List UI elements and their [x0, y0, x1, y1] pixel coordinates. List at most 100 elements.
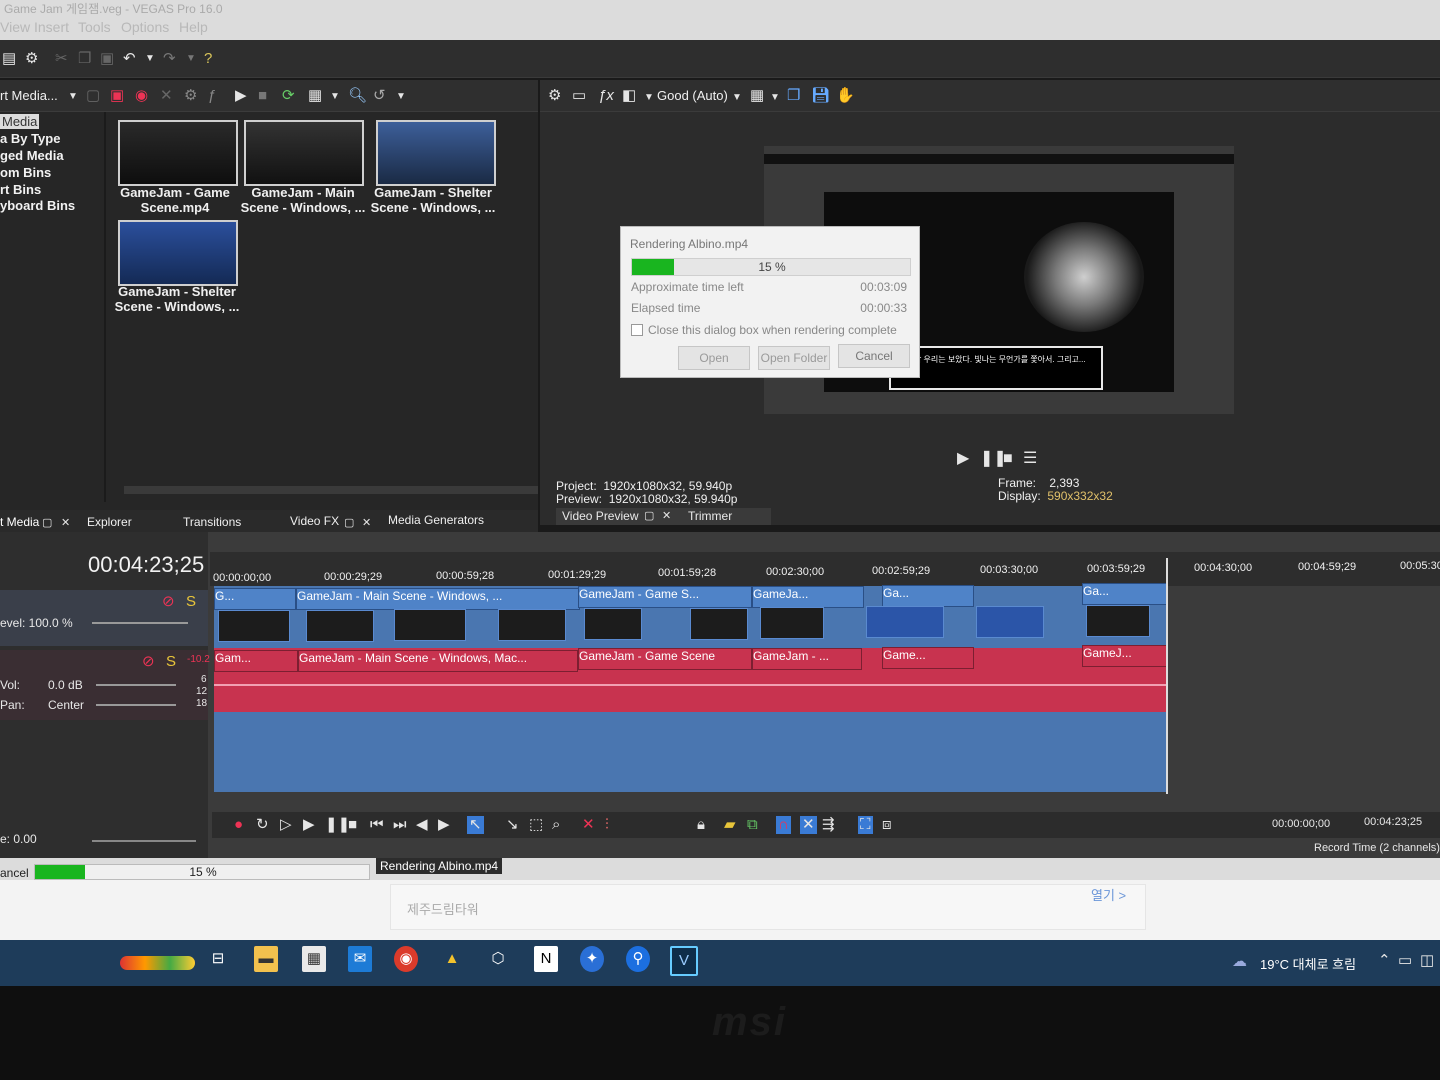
paste-icon[interactable]: ▣	[100, 50, 114, 68]
next-frame-icon[interactable]: ▶	[438, 816, 450, 834]
auto-preview-icon[interactable]: ⟳	[282, 87, 295, 105]
delete-icon[interactable]: ✕	[582, 816, 595, 834]
volume-icon[interactable]: ◫	[1420, 952, 1434, 970]
playhead-cursor[interactable]	[1166, 558, 1168, 794]
go-to-start-icon[interactable]: ⏮︎	[370, 816, 384, 834]
region-icon[interactable]: ⧉	[747, 816, 758, 834]
media-thumbnail[interactable]	[244, 120, 364, 186]
zoom-tool-icon[interactable]: ⌕	[552, 816, 560, 834]
redo-icon[interactable]: ↷	[163, 50, 176, 68]
timeline-ruler[interactable]: 00:00:00;00 00:00:29;29 00:00:59;28 00:0…	[210, 552, 1440, 586]
overlays-dropdown-icon[interactable]: ▼	[770, 89, 780, 107]
open-button[interactable]: Open	[678, 346, 750, 370]
cancel-button[interactable]: Cancel	[838, 344, 910, 368]
get-media-web-icon[interactable]: ◉	[135, 87, 148, 105]
preview-on-device-icon[interactable]: ▭	[572, 87, 586, 105]
save-snapshot-icon[interactable]: 💾︎	[811, 87, 830, 105]
ripple-edit-icon[interactable]: ⇶	[822, 816, 835, 834]
loop-icon[interactable]: ↻	[256, 816, 269, 834]
solo-icon[interactable]: S	[186, 593, 196, 611]
level-slider[interactable]	[92, 622, 188, 624]
audio-clip[interactable]: GameJam - Main Scene - Windows, Mac...	[298, 650, 578, 672]
tree-item-by-type[interactable]: a By Type	[0, 131, 60, 146]
search-media-icon[interactable]: 🔍︎	[348, 87, 367, 105]
media-thumbnail[interactable]	[118, 120, 238, 186]
tree-item-media[interactable]: Media	[0, 114, 40, 129]
chrome-icon[interactable]: ◉	[394, 946, 418, 972]
stop-icon[interactable]: ■	[348, 816, 357, 834]
notification-card[interactable]: 제주드림타워 열기 >	[390, 884, 1146, 930]
tree-item-storyboard-bins[interactable]: yboard Bins	[0, 198, 75, 213]
media-view-dropdown[interactable]: rt Media...	[0, 88, 58, 103]
pan-slider[interactable]	[96, 704, 176, 706]
copy-icon[interactable]: ❐	[78, 50, 91, 68]
weather-icon[interactable]: ☁	[1232, 953, 1247, 971]
capture-video-icon[interactable]: ▣	[110, 87, 124, 105]
file-explorer-icon[interactable]: ▬	[254, 946, 278, 972]
split-dropdown-icon[interactable]: ▼	[644, 89, 654, 107]
ignore-grouping-icon[interactable]: ⧈	[882, 816, 892, 834]
whats-this-help-icon[interactable]: ?	[204, 50, 212, 68]
split-screen-icon[interactable]: ◧	[622, 87, 636, 105]
audio-clip[interactable]: GameJam - ...	[752, 648, 862, 670]
tab-close-icon[interactable]: ✕	[662, 507, 671, 525]
snapping-icon[interactable]: ∩	[776, 816, 791, 834]
mute-icon[interactable]: ⊘	[142, 653, 155, 671]
properties-icon[interactable]: ▤	[2, 50, 16, 68]
marker-icon[interactable]: ▰	[724, 816, 736, 834]
weather-text[interactable]: 19°C 대체로 흐림	[1260, 954, 1356, 973]
audio-clip[interactable]: Game...	[882, 647, 974, 669]
normal-edit-tool-icon[interactable]: ↖	[467, 816, 484, 834]
notification-open-link[interactable]: 열기 >	[1091, 885, 1126, 904]
media-thumbnail[interactable]	[118, 220, 238, 286]
tree-item-tagged-media[interactable]: ged Media	[0, 148, 64, 163]
settings-icon[interactable]: ⚙	[25, 50, 38, 68]
tab-undock-icon[interactable]: ▢	[344, 514, 354, 532]
unity-icon[interactable]: ⬡	[486, 946, 510, 972]
project-properties-icon[interactable]: ⚙	[548, 87, 561, 105]
pause-icon[interactable]: ❚❚	[325, 816, 350, 834]
tab-close-icon[interactable]: ✕	[61, 514, 70, 532]
show-hidden-icons-icon[interactable]: ⌃	[1378, 952, 1391, 970]
auto-crossfade-icon[interactable]: ✕	[800, 816, 817, 834]
volume-slider[interactable]	[96, 684, 176, 686]
scrub-icon[interactable]: ✋	[836, 87, 855, 105]
tab-undock-icon[interactable]: ▢	[644, 507, 654, 525]
refresh-icon[interactable]: ↺	[373, 87, 386, 105]
audio-clip[interactable]: GameJ...	[1082, 645, 1168, 667]
preview-quality-dropdown[interactable]: Good (Auto)	[657, 88, 728, 103]
quality-dropdown-icon[interactable]: ▼	[732, 89, 742, 107]
task-view-icon[interactable]: ⊟	[206, 946, 230, 972]
lock-envelopes-icon[interactable]: ⛶	[858, 816, 873, 834]
views-dropdown-icon[interactable]: ▼	[330, 88, 340, 106]
notion-icon[interactable]: N	[534, 946, 558, 972]
taskbar-widgets-icon[interactable]	[120, 956, 195, 970]
trim-icon[interactable]: ⫶	[605, 816, 609, 834]
undo-icon[interactable]: ↶	[123, 50, 136, 68]
tab-undock-icon[interactable]: ▢	[42, 514, 52, 532]
play-media-icon[interactable]: ▶	[235, 87, 247, 105]
tab-transitions[interactable]: Transitions	[183, 515, 241, 529]
video-clip[interactable]: GameJam - Game S...	[578, 586, 752, 608]
remove-media-icon[interactable]: ✕	[160, 87, 173, 105]
tab-video-preview[interactable]: Video Preview	[562, 509, 639, 523]
menu-options[interactable]: Options	[121, 19, 169, 35]
media-thumbnail[interactable]	[376, 120, 496, 186]
vegas-pro-icon[interactable]: V	[670, 946, 698, 976]
video-clip[interactable]: G...	[214, 588, 296, 610]
video-clip[interactable]: Ga...	[882, 585, 974, 607]
tab-explorer[interactable]: Explorer	[87, 515, 132, 529]
tab-project-media[interactable]: t Media	[0, 515, 39, 529]
video-clip[interactable]: Ga...	[1082, 583, 1168, 605]
menu-tools[interactable]: Tools	[78, 19, 111, 35]
refresh-dropdown-icon[interactable]: ▼	[396, 88, 406, 106]
tab-media-generators[interactable]: Media Generators	[388, 513, 484, 527]
dropdown-arrow-icon[interactable]: ▼	[68, 88, 78, 106]
tab-close-icon[interactable]: ✕	[362, 514, 371, 532]
video-clip[interactable]: GameJa...	[752, 586, 864, 608]
views-icon[interactable]: ▦	[308, 87, 322, 105]
store-icon[interactable]: ▦	[302, 946, 326, 972]
previous-frame-icon[interactable]: ◀	[416, 816, 428, 834]
preview-menu-icon[interactable]: ☰	[1023, 450, 1037, 468]
google-drive-icon[interactable]: ▲	[440, 946, 464, 972]
